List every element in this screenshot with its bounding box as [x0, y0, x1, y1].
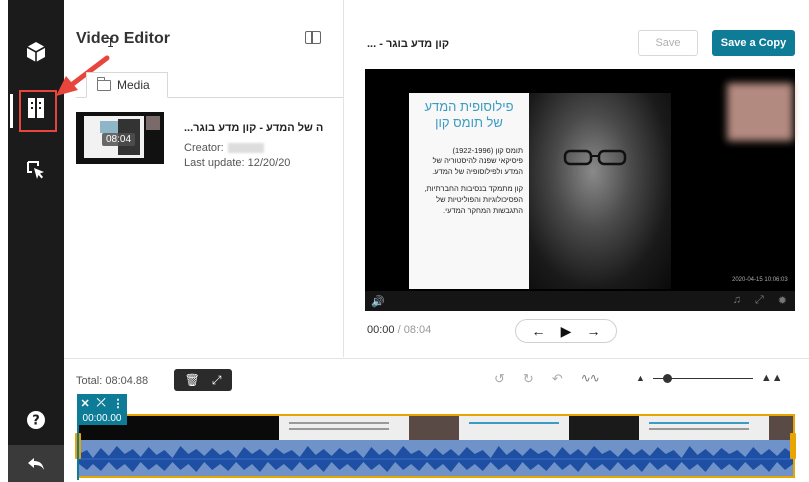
fullscreen-icon[interactable]: ⤢: [755, 294, 764, 307]
music-note-icon[interactable]: ♫: [733, 294, 741, 307]
media-thumbnail[interactable]: 08:04: [76, 112, 164, 164]
playhead-tools: ✕ ⤫ ⋮: [77, 394, 127, 412]
zoom-in-icon[interactable]: ▲▲: [761, 372, 783, 384]
player-control-bar: 🔊 ♫ ⤢ ✹: [365, 291, 795, 311]
svg-text:?: ?: [32, 414, 40, 429]
cube-icon[interactable]: [16, 32, 56, 72]
help-icon[interactable]: ?: [16, 400, 56, 440]
video-player[interactable]: פילוסופית המדע של תומס קון תומס קון (192…: [365, 69, 795, 311]
webcam-overlay: [727, 83, 793, 141]
delete-icon[interactable]: 🗑: [185, 373, 200, 387]
clip-thumbnails: [79, 416, 793, 442]
undo-icon[interactable]: ↶: [552, 371, 563, 387]
clip-track[interactable]: [77, 414, 795, 478]
audio-waveform: [79, 440, 793, 476]
play-icon[interactable]: ▶: [561, 323, 572, 340]
video-editor-app: ? Video Editor I Media 08:04 ...ה של המד…: [0, 0, 809, 482]
text-cursor-icon: I: [107, 36, 115, 50]
media-list-item[interactable]: 08:04 ...ה של המדע - קון מדע בוגר Creato…: [76, 112, 336, 169]
playhead[interactable]: [77, 425, 79, 480]
trim-tools: 🗑 ⤢: [174, 369, 232, 391]
transport-controls: ← ▶ →: [515, 319, 617, 343]
media-creator: Creator:: [184, 142, 264, 154]
cut-icon[interactable]: ✕: [80, 397, 89, 410]
zoom-slider[interactable]: [652, 373, 753, 383]
waveform-icon[interactable]: ∿∿: [581, 371, 600, 387]
zoom-out-icon[interactable]: ▲: [636, 373, 645, 383]
reset-icon[interactable]: ↺: [494, 371, 505, 387]
player-panel: ... - קון מדע בוגר Save Save a Copy פילו…: [345, 0, 809, 357]
tab-media-label: Media: [117, 78, 150, 92]
total-duration: Total: 08:04.88: [76, 375, 149, 387]
save-copy-button[interactable]: Save a Copy: [712, 30, 795, 56]
step-forward-icon[interactable]: →: [586, 323, 600, 339]
slide-portrait: [529, 93, 671, 289]
creator-name-redacted: [227, 143, 264, 154]
media-panel: Video Editor I Media 08:04 ...ה של המדע …: [64, 0, 344, 357]
playhead-time: 00:00.00: [77, 412, 127, 425]
media-title: ...ה של המדע - קון מדע בוגר: [184, 122, 324, 134]
cursor-select-icon[interactable]: [16, 150, 56, 190]
page-title: Video Editor: [76, 30, 170, 47]
video-title: ... - קון מדע בוגר: [367, 38, 450, 50]
slide-text: פילוסופית המדע של תומס קון תומס קון (192…: [409, 93, 529, 289]
step-back-icon[interactable]: ←: [532, 323, 546, 339]
split-point-icon[interactable]: ⤫: [97, 397, 106, 410]
tab-media[interactable]: Media: [86, 72, 168, 98]
zoom-slider-knob[interactable]: [662, 373, 672, 383]
volume-icon[interactable]: 🔊: [371, 295, 385, 308]
timeline: Total: 08:04.88 🗑 ⤢ ↺ ↻ ↶ ∿∿ ▲ ▲▲ ✕ ⤫ ⋮ …: [64, 358, 809, 482]
save-button[interactable]: Save: [638, 30, 698, 56]
settings-icon[interactable]: ✹: [778, 294, 787, 307]
folder-icon: [97, 76, 111, 91]
trim-handle-right[interactable]: [790, 433, 796, 459]
media-duration: 08:04: [102, 133, 136, 146]
history-controls: ↺ ↻ ↶ ∿∿: [494, 371, 600, 387]
zoom-control: ▲ ▲▲: [636, 372, 783, 384]
merge-icon[interactable]: ⋮: [112, 397, 123, 410]
video-frame-slide: פילוסופית המדע של תומס קון תומס קון (192…: [409, 93, 671, 289]
slide-body: תומס קון (1922-1996) פיסיקאי שפנה להיסטו…: [424, 145, 523, 215]
trim-icon[interactable]: ⤢: [212, 373, 222, 388]
redo-icon[interactable]: ↻: [523, 371, 534, 387]
slide-heading: פילוסופית המדע של תומס קון: [424, 99, 514, 131]
video-timestamp: 2020-04-15 10:06:03: [732, 277, 788, 283]
back-icon[interactable]: [8, 445, 64, 482]
active-indicator: [10, 94, 13, 128]
panel-toggle-icon[interactable]: [305, 31, 321, 44]
media-last-update: Last update: 12/20/20: [184, 157, 291, 169]
time-readout: 00:00 / 08:04: [367, 324, 432, 336]
